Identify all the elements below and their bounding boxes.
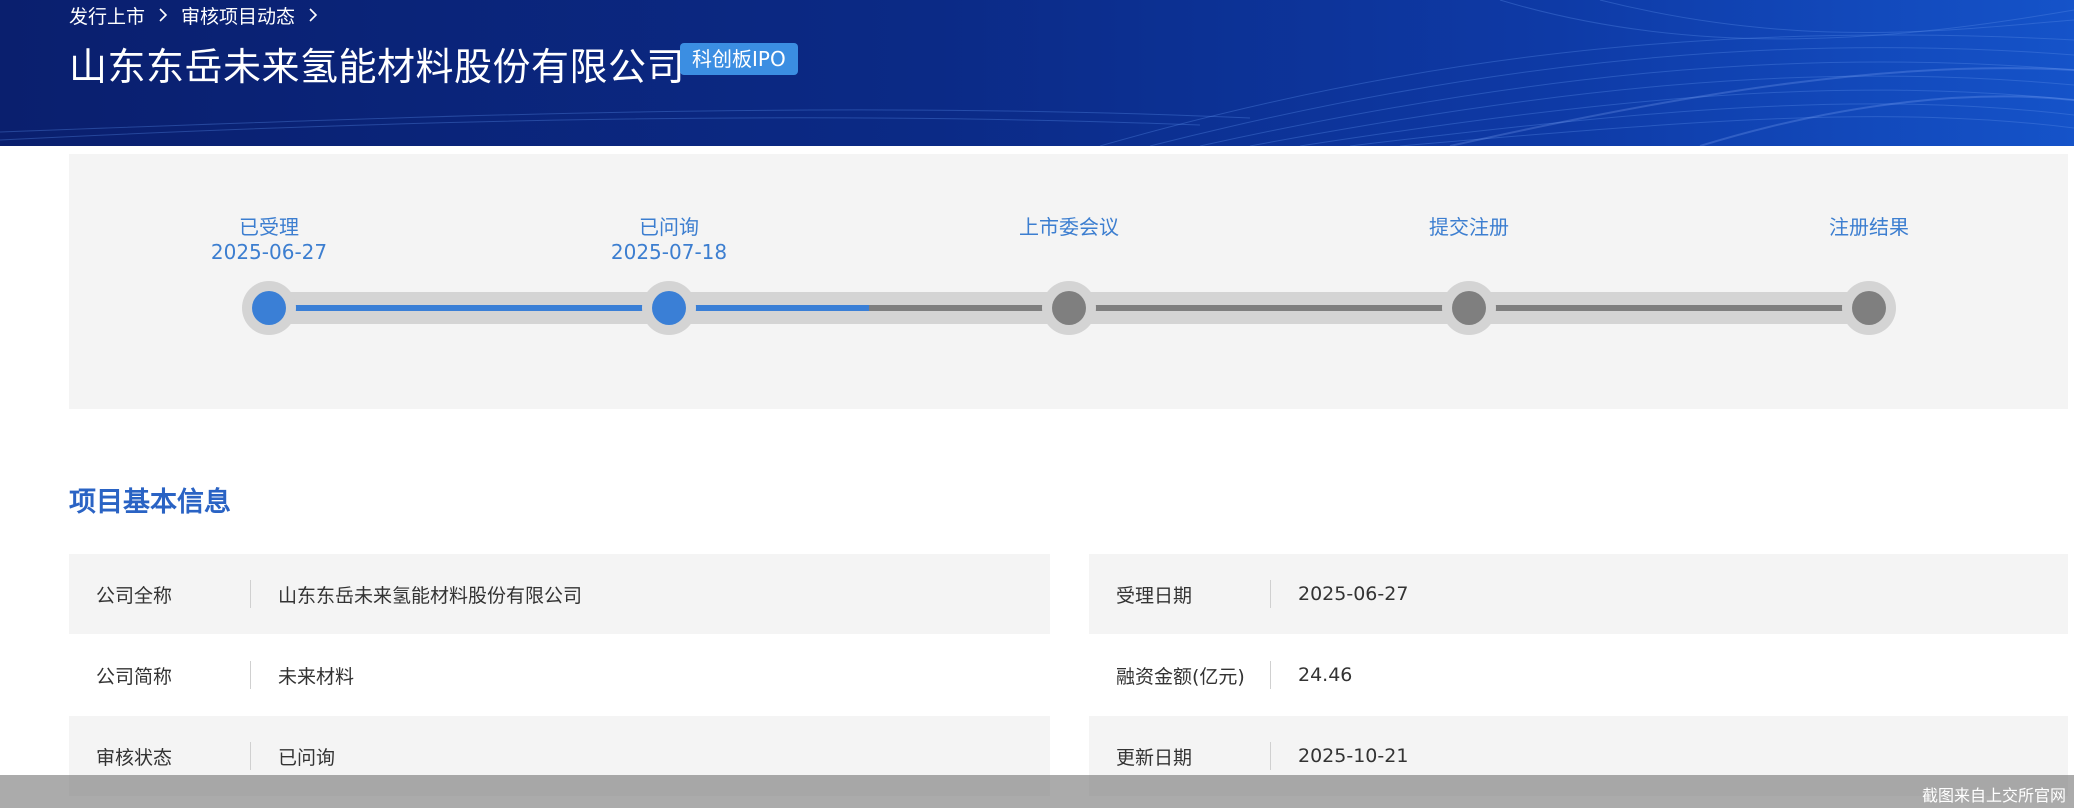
progress-line-done <box>269 305 869 311</box>
info-label: 审核状态 <box>96 746 173 769</box>
info-value: 2025-10-21 <box>1298 745 1409 767</box>
review-progress-panel: 已受理 2025-06-27 已问询 2025-07-18 上市委会议 提交注册 注册结果 <box>69 154 2068 409</box>
chevron-right-icon <box>159 8 168 22</box>
page-title: 山东东岳未来氢能材料股份有限公司 <box>69 45 686 89</box>
breadcrumb: 发行上市 审核项目动态 <box>69 2 331 28</box>
page-header-banner: 发行上市 审核项目动态 山东东岳未来氢能材料股份有限公司 科创板IPO <box>0 0 2074 146</box>
breadcrumb-item-listing[interactable]: 发行上市 <box>69 2 145 29</box>
divider <box>1270 580 1271 608</box>
step-label-5: 注册结果 <box>1749 215 1989 240</box>
info-value: 未来材料 <box>278 665 355 688</box>
step-label-1: 已受理 2025-06-27 <box>149 215 389 265</box>
step-date: 2025-06-27 <box>210 240 328 264</box>
step-node-5 <box>1852 291 1886 325</box>
progress-track <box>242 281 1896 335</box>
step-label-4: 提交注册 <box>1349 215 1589 240</box>
info-row-company-full-name: 公司全称 山东东岳未来氢能材料股份有限公司 <box>69 554 1050 634</box>
step-name: 已受理 <box>239 215 299 239</box>
breadcrumb-item-review-projects[interactable]: 审核项目动态 <box>181 2 295 29</box>
step-node-3 <box>1052 291 1086 325</box>
info-value: 山东东岳未来氢能材料股份有限公司 <box>278 584 583 607</box>
step-label-3: 上市委会议 <box>949 215 1189 240</box>
info-label: 受理日期 <box>1116 584 1193 607</box>
info-label: 公司全称 <box>96 584 173 607</box>
divider <box>1270 661 1271 689</box>
watermark-bar: 截图来自上交所官网 <box>0 775 2074 808</box>
info-row-company-short-name: 公司简称 未来材料 <box>69 635 1050 715</box>
step-name: 提交注册 <box>1429 215 1509 239</box>
info-label: 更新日期 <box>1116 746 1193 769</box>
step-name: 上市委会议 <box>1019 215 1119 239</box>
watermark-text: 截图来自上交所官网 <box>1921 786 2066 805</box>
step-node-4 <box>1452 291 1486 325</box>
divider <box>250 661 251 689</box>
divider <box>1270 742 1271 770</box>
step-node-1 <box>252 291 286 325</box>
step-name: 注册结果 <box>1829 215 1909 239</box>
step-node-2 <box>652 291 686 325</box>
step-label-2: 已问询 2025-07-18 <box>549 215 789 265</box>
info-label: 融资金额(亿元) <box>1116 665 1245 688</box>
chevron-right-icon <box>309 8 318 22</box>
divider <box>250 742 251 770</box>
info-row-accept-date: 受理日期 2025-06-27 <box>1089 554 2068 634</box>
board-badge: 科创板IPO <box>680 43 798 75</box>
info-value: 24.46 <box>1298 664 1353 686</box>
info-label: 公司简称 <box>96 665 173 688</box>
section-title: 项目基本信息 <box>69 487 231 518</box>
step-date: 2025-07-18 <box>610 240 728 264</box>
info-value: 已问询 <box>278 746 336 769</box>
info-value: 2025-06-27 <box>1298 583 1409 605</box>
info-row-financing-amount: 融资金额(亿元) 24.46 <box>1089 635 2068 715</box>
step-name: 已问询 <box>639 215 699 239</box>
divider <box>250 580 251 608</box>
